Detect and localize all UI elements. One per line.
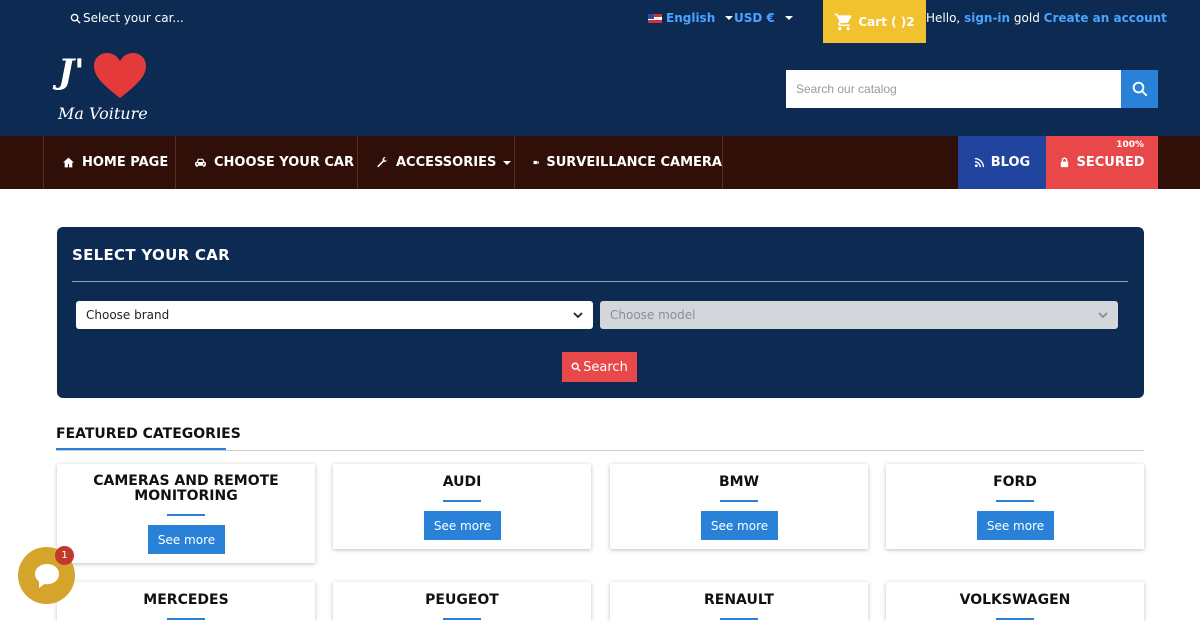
nav-choose-car[interactable]: CHOOSE YOUR CAR (175, 136, 357, 189)
currency-label: USD € (734, 11, 775, 25)
nav-divider (722, 136, 723, 189)
nav-home-label: HOME PAGE (82, 155, 169, 170)
nav-camera-label: SURVEILLANCE CAMERA (546, 155, 722, 170)
category-name: RENAULT (704, 592, 774, 608)
car-selector-title: SELECT YOUR CAR (72, 246, 231, 264)
chat-notification-badge: 1 (55, 546, 74, 565)
category-card: FORD See more (886, 464, 1144, 549)
search-icon (571, 362, 581, 372)
category-name: AUDI (442, 474, 482, 490)
category-name: FORD (993, 474, 1037, 490)
select-car-link[interactable]: Select your car... (70, 11, 184, 25)
currency-selector[interactable]: USD € (734, 11, 793, 25)
car-search-button[interactable]: Search (562, 352, 637, 382)
category-card: VOLKSWAGEN (886, 582, 1144, 621)
category-card: CAMERAS AND REMOTE MONITORING See more (57, 464, 315, 563)
secured-badge: 100% SECURED (1046, 136, 1158, 189)
sign-in-link[interactable]: sign-in (964, 11, 1010, 25)
brand-select[interactable]: Choose brand (76, 301, 593, 329)
account-links: Hello, sign-in gold Create an account (926, 11, 1167, 25)
car-selector-panel: SELECT YOUR CAR Choose brand Choose mode… (57, 227, 1144, 398)
chevron-down-icon (573, 312, 583, 319)
nav-home[interactable]: HOME PAGE (43, 136, 175, 189)
cart-label: Cart ( )2 (858, 14, 915, 29)
cart-button[interactable]: Cart ( )2 (823, 0, 926, 43)
category-name: CAMERAS AND REMOTE MONITORING (93, 473, 279, 504)
see-more-button[interactable]: See more (148, 525, 225, 554)
logo-tagline: Ma Voiture (58, 104, 148, 123)
video-camera-icon (533, 160, 539, 165)
category-underline (996, 500, 1034, 502)
car-icon (195, 158, 206, 167)
catalog-search-button[interactable] (1121, 70, 1158, 108)
secured-percent: 100% (1116, 140, 1144, 150)
category-underline (443, 618, 481, 620)
category-name: BMW (718, 474, 760, 490)
chevron-down-icon (1098, 312, 1108, 319)
catalog-search (786, 70, 1158, 108)
car-search-label: Search (583, 359, 628, 375)
logo-initial: J' (58, 52, 85, 92)
category-underline (720, 500, 758, 502)
model-select-value: Choose model (610, 308, 696, 322)
lock-icon (1061, 157, 1069, 168)
wrench-icon (377, 157, 388, 168)
category-underline (167, 618, 205, 620)
category-card: RENAULT (610, 582, 868, 621)
title-underline (56, 448, 226, 450)
category-card: AUDI See more (333, 464, 591, 549)
catalog-search-input[interactable] (786, 70, 1121, 108)
chevron-down-icon (503, 160, 512, 165)
user-name: gold (1013, 11, 1040, 25)
chevron-down-icon (725, 16, 734, 20)
category-card: MERCEDES (57, 582, 315, 621)
see-more-button[interactable]: See more (424, 511, 501, 540)
search-icon (70, 13, 81, 24)
nav-accessories-label: ACCESSORIES (396, 155, 497, 170)
divider (56, 450, 1144, 451)
language-selector[interactable]: English (648, 11, 734, 25)
hello-text: Hello, (926, 11, 961, 25)
language-label: English (666, 11, 716, 25)
category-underline (443, 500, 481, 502)
site-logo[interactable]: J' Ma Voiture (56, 50, 156, 130)
nav-choose-car-label: CHOOSE YOUR CAR (214, 155, 354, 170)
nav-surveillance-camera[interactable]: SURVEILLANCE CAMERA (514, 136, 722, 189)
secured-label: SECURED (1076, 155, 1145, 170)
brand-select-value: Choose brand (86, 308, 170, 322)
category-name: MERCEDES (143, 592, 229, 608)
cart-icon (835, 13, 852, 30)
category-card: PEUGEOT (333, 582, 591, 621)
nav-accessories[interactable]: ACCESSORIES (357, 136, 514, 189)
category-underline (720, 618, 758, 620)
rss-icon (974, 157, 984, 168)
category-underline (996, 618, 1034, 620)
see-more-button[interactable]: See more (977, 511, 1054, 540)
category-card: BMW See more (610, 464, 868, 549)
category-underline (167, 514, 205, 516)
select-car-label: Select your car... (83, 11, 184, 25)
category-name: PEUGEOT (425, 592, 499, 608)
nav-blog[interactable]: BLOG (958, 136, 1046, 189)
chat-bubble-icon (34, 563, 59, 588)
chevron-down-icon (784, 16, 793, 20)
divider (72, 281, 1128, 282)
heart-icon (94, 53, 146, 98)
model-select[interactable]: Choose model (600, 301, 1118, 329)
nav-blog-label: BLOG (990, 155, 1031, 170)
category-name: VOLKSWAGEN (959, 592, 1071, 608)
create-account-link[interactable]: Create an account (1044, 11, 1167, 25)
us-flag-icon (648, 13, 662, 23)
see-more-button[interactable]: See more (701, 511, 778, 540)
featured-categories-title: FEATURED CATEGORIES (56, 426, 241, 442)
search-icon (1132, 81, 1147, 97)
home-icon (63, 157, 74, 168)
